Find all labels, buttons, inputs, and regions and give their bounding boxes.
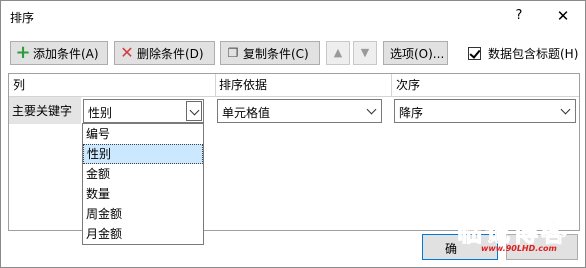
copy-icon: ❐	[227, 46, 239, 60]
header-checkbox-row[interactable]: 数据包含标题(H)	[468, 45, 578, 62]
dialog-title: 排序	[10, 11, 35, 25]
plus-icon: +	[15, 42, 31, 63]
order-select-value: 降序	[399, 106, 424, 120]
move-down-button[interactable]: ▼	[353, 41, 377, 65]
move-up-button[interactable]: ▲	[326, 41, 350, 65]
chevron-down-icon	[560, 104, 571, 115]
chevron-down-icon	[189, 105, 200, 116]
chevron-down-icon: ▼	[360, 46, 370, 59]
delete-condition-label: 删除条件(D)	[137, 46, 204, 61]
column-dropdown-button[interactable]	[186, 101, 202, 121]
add-condition-label: 添加条件(A)	[33, 46, 99, 61]
watermark-url: www.90LHD.com	[481, 244, 557, 253]
delete-condition-button[interactable]: ✕ 删除条件(D)	[114, 41, 215, 65]
delete-x-icon: ✕	[120, 43, 134, 62]
dropdown-option-selected[interactable]: 性别	[83, 144, 203, 164]
column-header: 列	[13, 78, 26, 92]
chevron-down-icon	[366, 104, 377, 115]
order-dropdown-button[interactable]	[558, 101, 574, 121]
help-button[interactable]: ?	[509, 6, 529, 26]
watermark-logo: 临记博客 www.90LHD.com	[451, 211, 583, 267]
column-select-value: 性别	[88, 106, 113, 120]
dropdown-option[interactable]: 周金额	[83, 204, 203, 224]
options-button[interactable]: 选项(O)...	[383, 41, 448, 65]
header-checkbox[interactable]	[468, 47, 481, 60]
close-button[interactable]: ✕	[552, 6, 574, 26]
copy-condition-label: 复制条件(C)	[243, 46, 309, 61]
header-divider	[215, 74, 216, 96]
dropdown-option[interactable]: 数量	[83, 184, 203, 204]
sort-on-select[interactable]: 单元格值	[217, 99, 382, 123]
column-select[interactable]: 性别	[83, 99, 204, 123]
dropdown-option[interactable]: 月金额	[83, 224, 203, 244]
sort-on-dropdown-button[interactable]	[364, 101, 380, 121]
sort-on-select-value: 单元格值	[222, 106, 271, 120]
add-condition-button[interactable]: + 添加条件(A)	[10, 41, 108, 65]
sort-on-header: 排序依据	[219, 78, 268, 92]
header-separator	[9, 96, 579, 97]
order-header: 次序	[396, 78, 421, 92]
dropdown-option[interactable]: 编号	[83, 124, 203, 144]
title-bar: 排序 ? ✕	[1, 1, 585, 33]
order-select[interactable]: 降序	[394, 99, 576, 123]
options-label: 选项(O)...	[390, 46, 445, 61]
primary-key-label: 主要关键字	[12, 104, 73, 118]
sort-dialog: 排序 ? ✕ + 添加条件(A) ✕ 删除条件(D) ❐ 复制条件(C) ▲ ▼…	[0, 0, 586, 268]
column-dropdown-list: 编号 性别 金额 数量 周金额 月金额	[82, 123, 204, 245]
header-divider	[391, 74, 392, 96]
header-checkbox-label: 数据包含标题(H)	[488, 47, 579, 61]
chevron-up-icon: ▲	[333, 46, 343, 59]
dropdown-option[interactable]: 金额	[83, 164, 203, 184]
copy-condition-button[interactable]: ❐ 复制条件(C)	[220, 41, 320, 65]
